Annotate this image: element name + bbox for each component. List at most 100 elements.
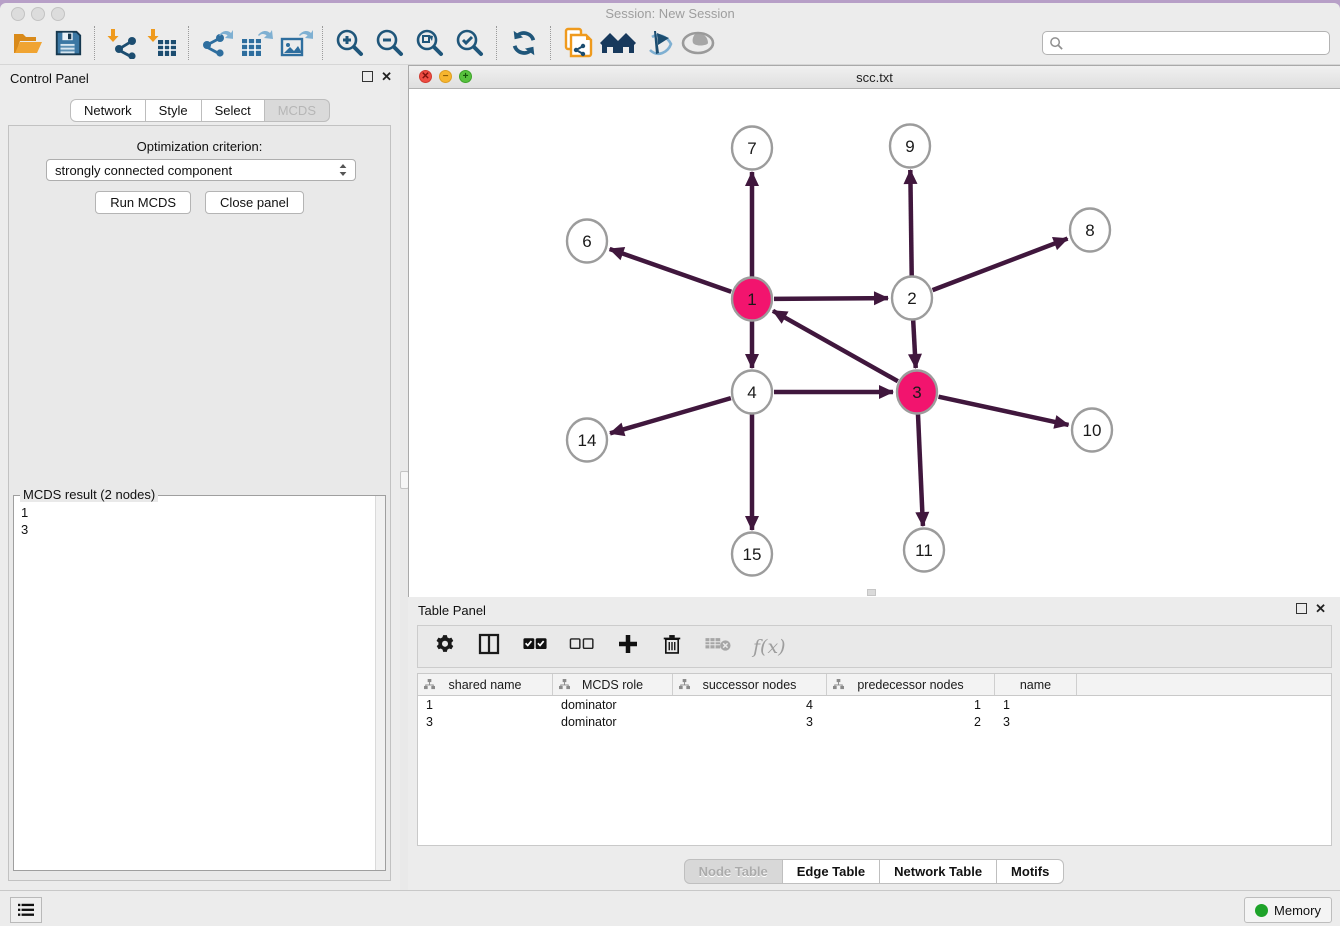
table-cell[interactable]: 1 — [418, 698, 553, 712]
node-10[interactable]: 10 — [1072, 409, 1112, 452]
list-icon — [17, 902, 35, 918]
edge-3-10[interactable] — [938, 397, 1068, 425]
table-cell[interactable]: 4 — [673, 698, 827, 712]
import-table-icon[interactable] — [142, 25, 182, 61]
split-panel-icon[interactable] — [477, 632, 501, 661]
edge-1-6[interactable] — [610, 249, 732, 292]
node-14[interactable]: 14 — [567, 419, 607, 462]
eye-slash-icon[interactable] — [638, 25, 678, 61]
node-9[interactable]: 9 — [890, 125, 930, 168]
zoom-out-icon[interactable] — [370, 25, 410, 61]
select-all-icon[interactable] — [522, 635, 548, 658]
table-row[interactable]: 3dominator323 — [418, 713, 1331, 730]
ndex-import-icon[interactable] — [558, 25, 598, 61]
column-header-predecessor-nodes[interactable]: predecessor nodes — [827, 674, 995, 695]
column-header-name[interactable]: name — [995, 674, 1077, 695]
settings-gear-icon[interactable] — [434, 633, 456, 660]
hierarchy-icon — [424, 679, 435, 690]
table-toolbar: f(x) — [417, 625, 1332, 668]
add-column-icon[interactable] — [616, 632, 640, 661]
toolbar-separator — [496, 26, 498, 60]
node-6[interactable]: 6 — [567, 220, 607, 263]
export-image-icon[interactable] — [276, 25, 316, 61]
zoom-in-icon[interactable] — [330, 25, 370, 61]
control-panel-title: Control Panel — [10, 71, 89, 86]
mcds-panel: Optimization criterion: strongly connect… — [8, 125, 391, 881]
delete-column-icon[interactable] — [661, 632, 683, 661]
column-header-shared-name[interactable]: shared name — [418, 674, 553, 695]
node-7[interactable]: 7 — [732, 127, 772, 170]
table-cell[interactable]: 3 — [995, 715, 1077, 729]
float-panel-icon[interactable] — [362, 71, 373, 82]
table-cell[interactable]: dominator — [553, 698, 673, 712]
table-cell[interactable]: dominator — [553, 715, 673, 729]
svg-text:3: 3 — [912, 383, 921, 402]
network-graph[interactable]: 7 9 6 8 1 2 4 3 14 10 15 11 — [409, 89, 1339, 598]
table-row[interactable]: 1dominator411 — [418, 696, 1331, 713]
memory-button[interactable]: Memory — [1244, 897, 1332, 923]
column-header-mcds-role[interactable]: MCDS role — [553, 674, 673, 695]
node-8[interactable]: 8 — [1070, 209, 1110, 252]
edge-2-8[interactable] — [933, 239, 1068, 291]
selected-criterion: strongly connected component — [47, 163, 335, 178]
column-header-successor-nodes[interactable]: successor nodes — [673, 674, 827, 695]
show-panels-button[interactable] — [10, 897, 42, 923]
edge-4-14[interactable] — [610, 398, 731, 433]
table-cell[interactable]: 1 — [827, 698, 995, 712]
mcds-result-list[interactable]: 1 3 — [14, 496, 385, 538]
node-table[interactable]: shared name MCDS role successor nodes pr… — [417, 673, 1332, 846]
tab-network-table[interactable]: Network Table — [880, 859, 997, 884]
control-panel-tabs: Network Style Select MCDS — [0, 99, 400, 122]
canvas-resize-grip[interactable] — [867, 589, 876, 596]
result-scrollbar[interactable] — [375, 496, 385, 870]
deselect-all-icon[interactable] — [569, 635, 595, 658]
close-table-panel-icon[interactable]: ✕ — [1315, 603, 1326, 614]
table-cell[interactable]: 3 — [418, 715, 553, 729]
tab-mcds[interactable]: MCDS — [265, 99, 330, 122]
edge-2-9[interactable] — [910, 170, 911, 276]
node-11[interactable]: 11 — [904, 529, 944, 572]
optimization-criterion-select[interactable]: strongly connected component — [46, 159, 356, 181]
search-field[interactable] — [1042, 31, 1330, 55]
show-graphics-details-icon[interactable] — [678, 25, 718, 61]
tab-select[interactable]: Select — [202, 99, 265, 122]
edge-3-1[interactable] — [773, 311, 898, 381]
table-cell[interactable]: 3 — [673, 715, 827, 729]
zoom-fit-icon[interactable] — [410, 25, 450, 61]
node-1[interactable]: 1 — [732, 278, 772, 321]
save-session-icon[interactable] — [48, 25, 88, 61]
node-15[interactable]: 15 — [732, 533, 772, 576]
node-4[interactable]: 4 — [732, 371, 772, 414]
close-panel-icon[interactable]: ✕ — [381, 71, 392, 82]
table-body: 1dominator4113dominator323 — [418, 696, 1331, 730]
zoom-selected-icon[interactable] — [450, 25, 490, 61]
hierarchy-icon — [559, 679, 570, 690]
table-panel: Table Panel ✕ f(x) shared name — [408, 597, 1340, 890]
node-2[interactable]: 2 — [892, 277, 932, 320]
export-network-icon[interactable] — [196, 25, 236, 61]
tab-motifs[interactable]: Motifs — [997, 859, 1064, 884]
refresh-view-icon[interactable] — [504, 25, 544, 61]
search-input[interactable] — [1064, 35, 1329, 52]
network-canvas[interactable]: 7 9 6 8 1 2 4 3 14 10 15 11 — [409, 89, 1340, 598]
export-table-icon[interactable] — [236, 25, 276, 61]
edge-3-11[interactable] — [918, 414, 923, 526]
table-cell[interactable]: 2 — [827, 715, 995, 729]
tab-node-table[interactable]: Node Table — [684, 859, 783, 884]
ndex-home-icon[interactable] — [598, 25, 638, 61]
node-3[interactable]: 3 — [897, 371, 937, 414]
import-network-icon[interactable] — [102, 25, 142, 61]
hierarchy-icon — [833, 679, 844, 690]
network-window-titlebar[interactable]: ✕ − + scc.txt — [409, 66, 1340, 89]
control-panel: Control Panel ✕ Network Style Select MCD… — [0, 65, 400, 890]
open-session-icon[interactable] — [8, 25, 48, 61]
edge-2-3[interactable] — [913, 320, 916, 368]
float-table-panel-icon[interactable] — [1296, 603, 1307, 614]
table-cell[interactable]: 1 — [995, 698, 1077, 712]
close-panel-button[interactable]: Close panel — [205, 191, 304, 214]
edge-1-2[interactable] — [774, 298, 888, 299]
tab-style[interactable]: Style — [146, 99, 202, 122]
tab-edge-table[interactable]: Edge Table — [783, 859, 880, 884]
tab-network[interactable]: Network — [70, 99, 146, 122]
run-mcds-button[interactable]: Run MCDS — [95, 191, 191, 214]
